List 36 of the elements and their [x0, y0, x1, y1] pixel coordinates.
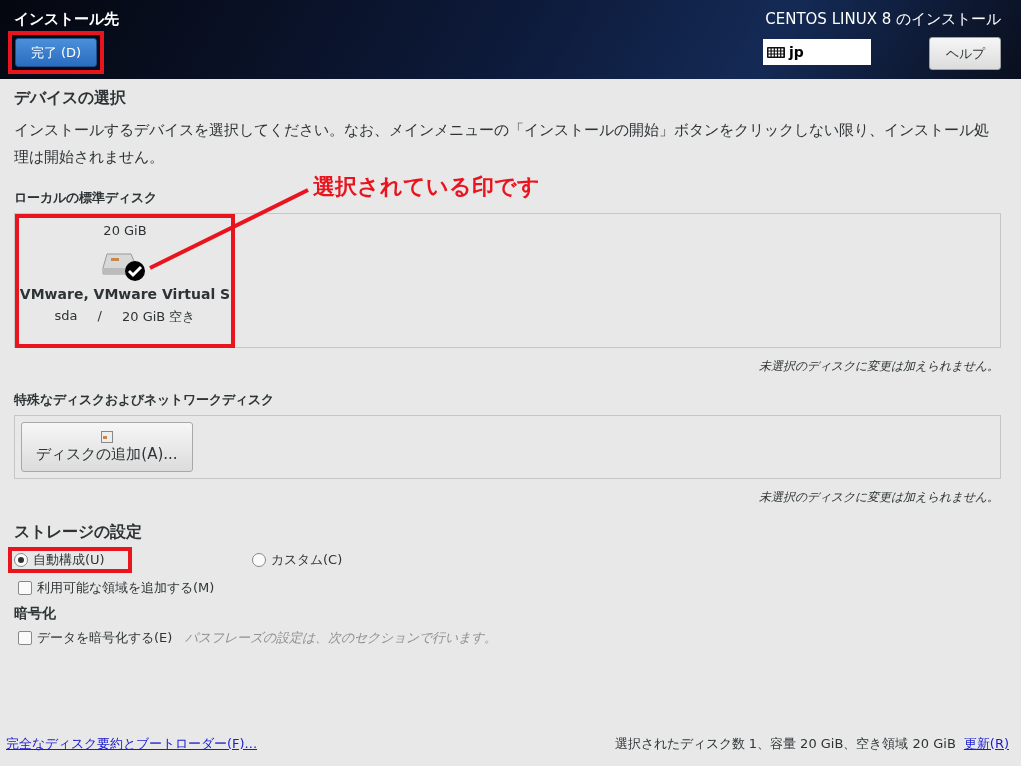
summary-link[interactable]: 完全なディスク要約とブートローダー(F)... — [6, 735, 258, 753]
radio-icon[interactable] — [252, 553, 266, 567]
subsection-heading: 暗号化 — [14, 605, 57, 623]
radio-icon[interactable] — [14, 553, 28, 567]
keyboard-icon — [767, 46, 785, 58]
free-space: 20 GiB 空き — [122, 308, 196, 326]
keyboard-layout-field[interactable]: jp — [763, 39, 871, 65]
disk-size: 20 GiB — [103, 223, 147, 238]
window-title: インストール先 — [14, 10, 119, 29]
separator-text: / — [97, 308, 102, 325]
checkbox[interactable] — [18, 581, 32, 595]
annotation-label: 選択されている印です — [313, 173, 540, 201]
radio-label: 自動構成(U) — [33, 551, 105, 569]
checkbox-label: 利用可能な領域を追加する(M) — [37, 579, 215, 597]
description-text: インストールするデバイスを選択してください。なお、メインメニューの「インストールの開始」ボタンをクリックしない限り、インストール処理は開始されません。 — [14, 120, 990, 168]
radio-label: カスタム(C) — [271, 551, 343, 569]
add-disk-button[interactable]: ディスクの追加(A)... — [21, 422, 193, 472]
device-name: sda — [54, 308, 78, 325]
refresh-link[interactable]: 更新(R) — [963, 735, 1009, 753]
radio-option[interactable]: 自動構成(U) — [10, 549, 130, 571]
subsection-heading: ローカルの標準ディスク — [14, 189, 158, 207]
disk-name: VMware, VMware Virtual S — [19, 286, 231, 302]
section-heading: ストレージの設定 — [14, 522, 143, 543]
product-title: CENTOS LINUX 8 のインストール — [765, 10, 1001, 29]
subsection-heading: 特殊なディスクおよびネットワークディスク — [14, 391, 275, 409]
done-button[interactable]: 完了 (D) — [15, 38, 97, 67]
help-button[interactable]: ヘルプ — [929, 37, 1001, 70]
radio-option[interactable]: カスタム(C) — [248, 549, 368, 571]
checkbox[interactable] — [18, 631, 32, 645]
checkbox-label: データを暗号化する(E) — [37, 629, 173, 647]
status-text: 選択されたディスク数 1、容量 20 GiB、空き領域 20 GiB — [614, 735, 956, 753]
note-text: 未選択のディスクに変更は加えられません。 — [759, 489, 999, 506]
section-heading: デバイスの選択 — [14, 88, 127, 109]
disk-tile[interactable]: 20 GiB VMware, VMware Virtual S sda / 20 GiB 空き — [15, 214, 235, 348]
hint-text: パスフレーズの設定は、次のセクションで行います。 — [185, 629, 498, 647]
note-text: 未選択のディスクに変更は加えられません。 — [759, 358, 999, 375]
